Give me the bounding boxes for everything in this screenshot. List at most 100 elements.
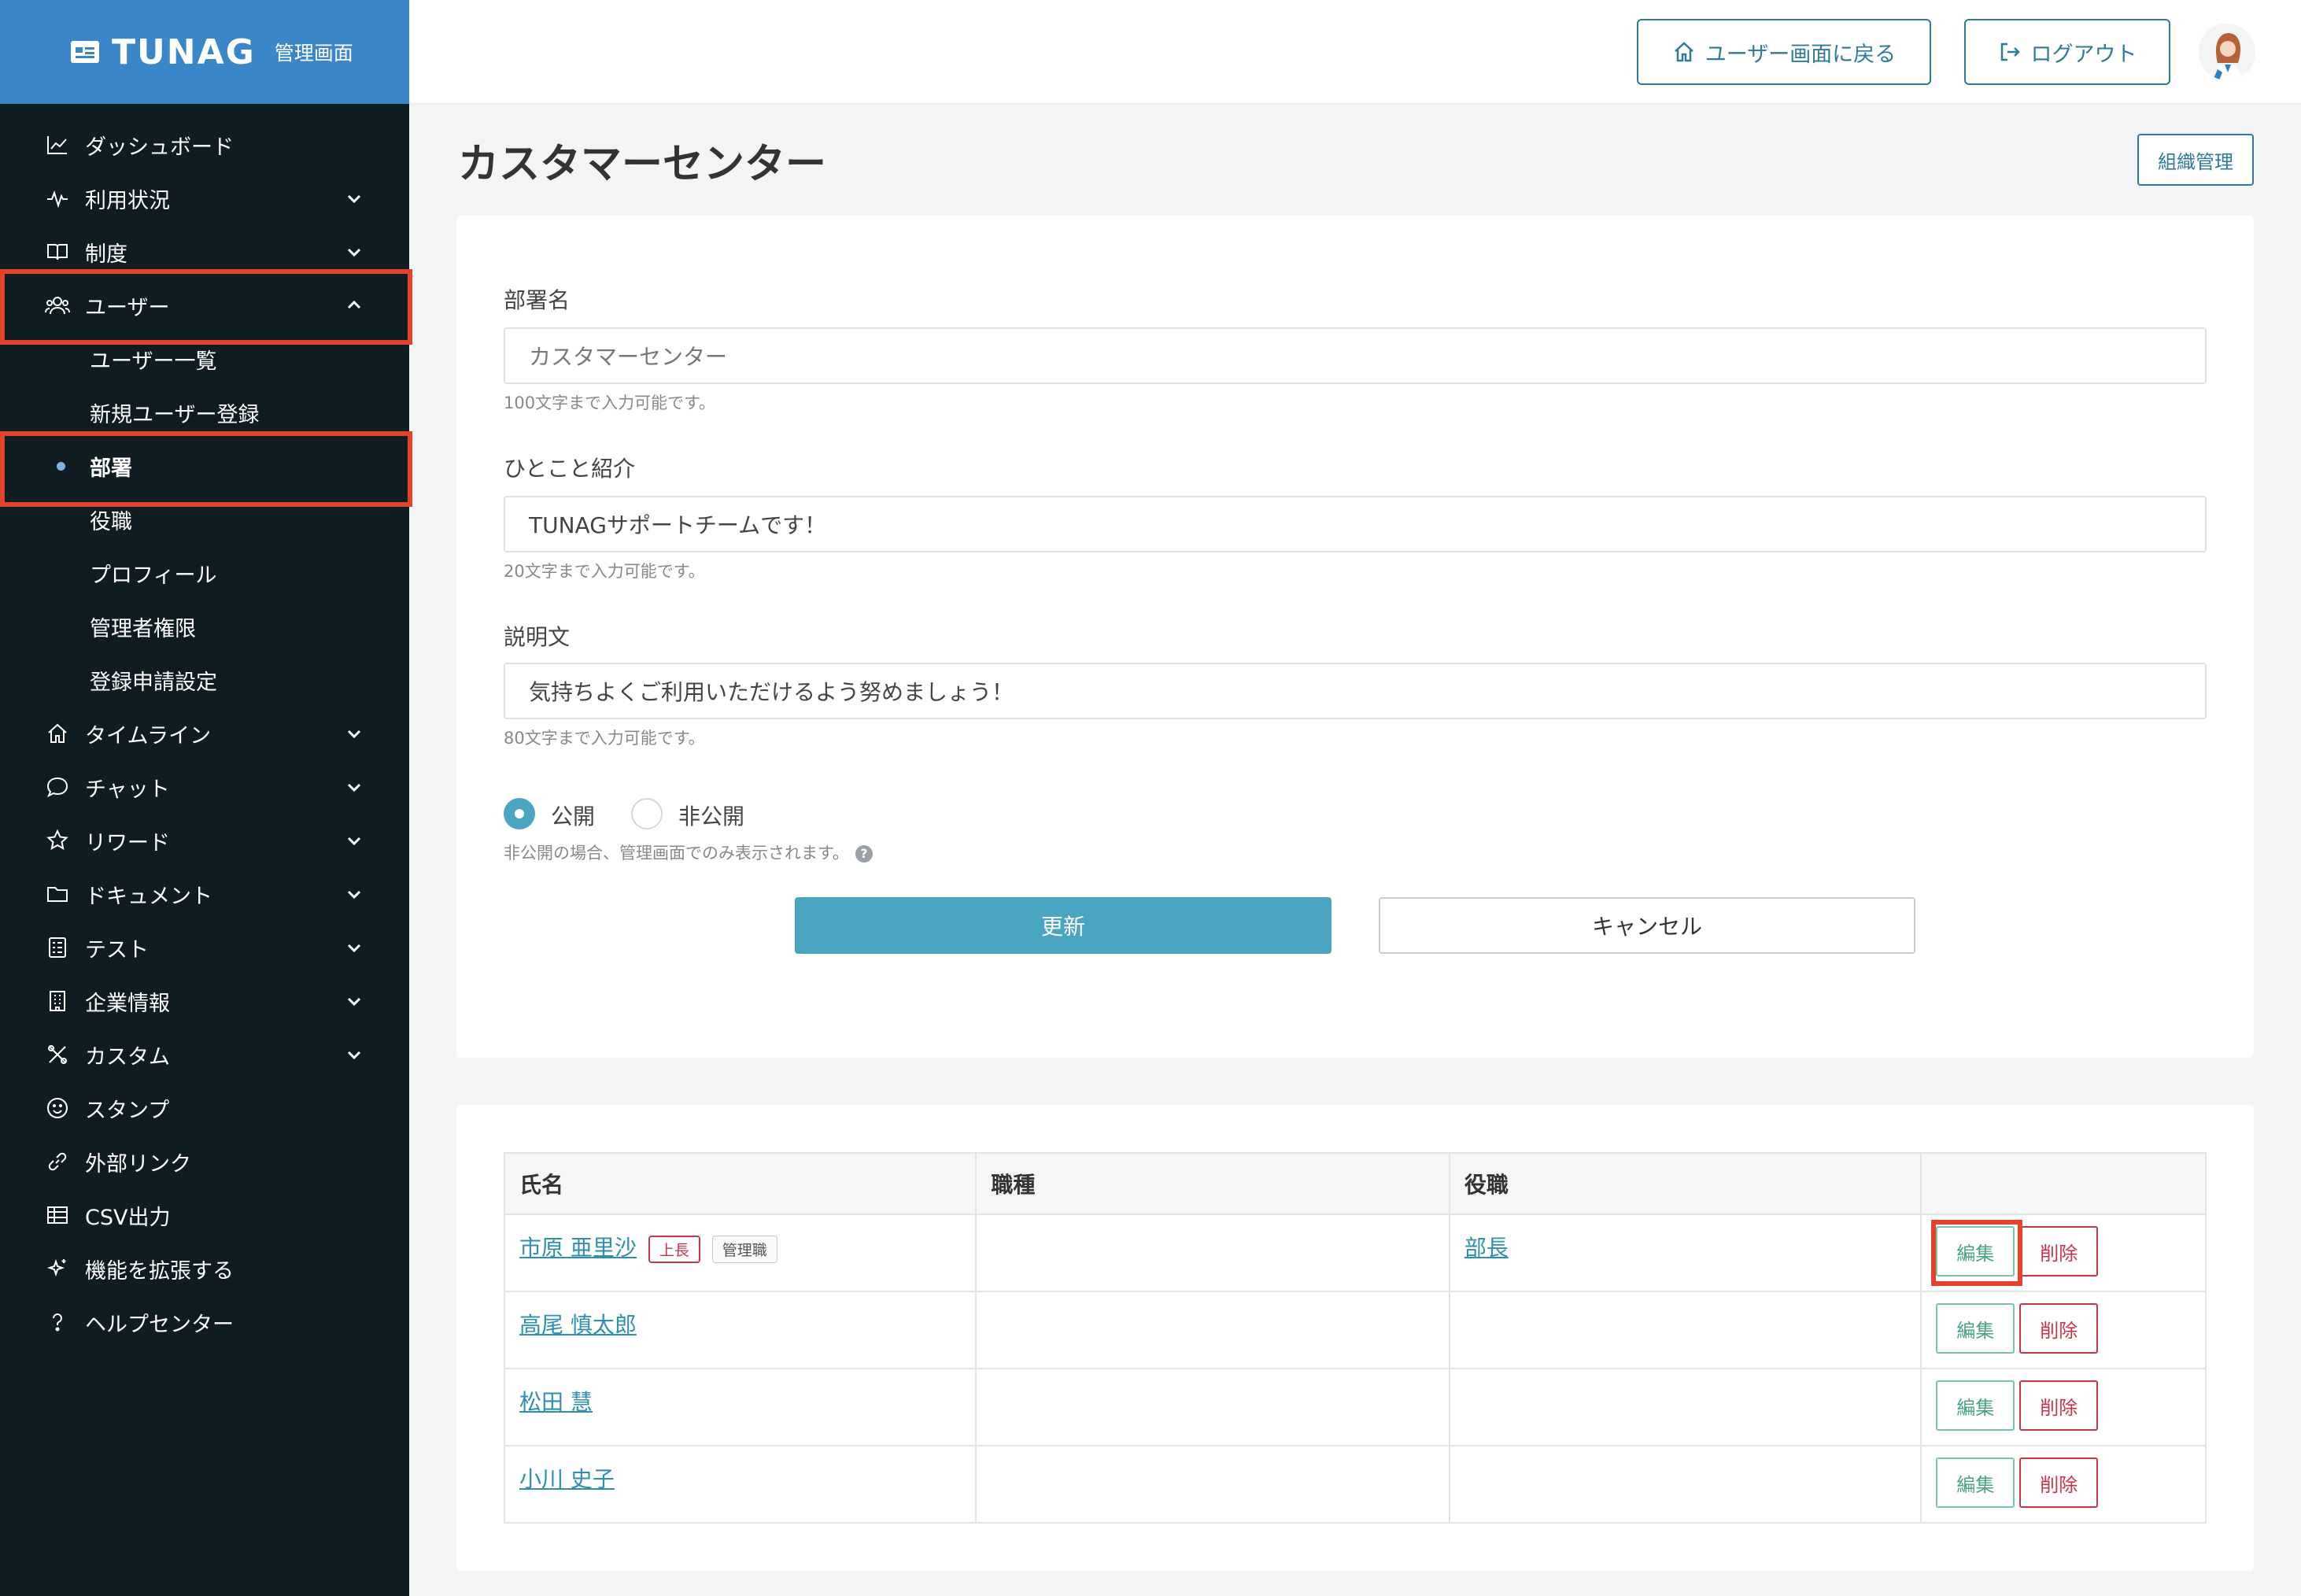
sparkle-icon (44, 1255, 71, 1282)
sidebar-subitem-profile[interactable]: プロフィール (0, 546, 409, 600)
sidebar-item-reward[interactable]: リワード (0, 814, 409, 867)
sidebar-item-label: 利用状況 (85, 188, 170, 213)
delete-button[interactable]: 削除 (2019, 1226, 2099, 1276)
cancel-button[interactable]: キャンセル (1379, 897, 1915, 954)
sidebar-item-system[interactable]: 制度 (0, 225, 409, 279)
delete-button[interactable]: 削除 (2019, 1380, 2099, 1431)
sidebar-item-label: 機能を拡張する (85, 1258, 234, 1284)
chevron-down-icon (347, 837, 361, 846)
sidebar-subitem-label: 部署 (90, 456, 132, 481)
chevron-down-icon (347, 944, 361, 953)
chart-line-icon (44, 131, 71, 158)
delete-button[interactable]: 削除 (2019, 1303, 2099, 1354)
sidebar-item-extend-features[interactable]: 機能を拡張する (0, 1242, 409, 1295)
job-cell (975, 1445, 1450, 1524)
sidebar-item-label: 外部リンク (85, 1151, 191, 1177)
sidebar-item-users[interactable]: ユーザー (0, 279, 409, 332)
sidebar-item-help-center[interactable]: ヘルプセンター (0, 1295, 409, 1349)
sidebar-item-label: スタンプ (85, 1098, 170, 1123)
table-row: 市原 亜里沙 上長 管理職 部長 編集 削除 (503, 1214, 2207, 1292)
edit-button[interactable]: 編集 (1936, 1380, 2015, 1431)
test-icon (44, 934, 71, 961)
member-name-link[interactable]: 高尾 慎太郎 (519, 1312, 637, 1338)
position-link[interactable]: 部長 (1464, 1235, 1509, 1261)
position-cell (1448, 1445, 1922, 1524)
home-icon (44, 720, 71, 747)
sidebar-item-label: ドキュメント (85, 884, 212, 909)
member-name-link[interactable]: 小川 史子 (519, 1466, 615, 1492)
sidebar-subitem-registration-settings[interactable]: 登録申請設定 (0, 653, 409, 707)
visibility-hint: 非公開の場合、管理画面でのみ表示されます。? (504, 840, 873, 864)
name-cell: 松田 慧 (503, 1368, 977, 1446)
tools-icon (44, 1041, 71, 1068)
sidebar-item-external-links[interactable]: 外部リンク (0, 1135, 409, 1188)
private-radio[interactable] (631, 798, 663, 829)
sidebar-item-timeline[interactable]: タイムライン (0, 707, 409, 760)
sidebar-item-label: テスト (85, 937, 149, 962)
update-button[interactable]: 更新 (795, 897, 1331, 954)
question-icon[interactable]: ? (855, 845, 873, 863)
intro-input[interactable]: TUNAGサポートチームです！ (504, 496, 2207, 552)
link-icon (44, 1148, 71, 1175)
sidebar-subitem-label: 新規ユーザー登録 (90, 402, 260, 427)
delete-button[interactable]: 削除 (2019, 1457, 2099, 1508)
col-header-actions (1920, 1152, 2207, 1215)
description-input[interactable]: 気持ちよくご利用いただけるよう努めましょう！ (504, 663, 2207, 719)
intro-hint: 20文字まで入力可能です。 (504, 562, 705, 581)
sidebar-subitem-departments[interactable]: 部署 (0, 439, 409, 493)
sidebar-item-custom[interactable]: カスタム (0, 1028, 409, 1081)
member-name-link[interactable]: 松田 慧 (519, 1389, 593, 1415)
sidebar-item-dashboard[interactable]: ダッシュボード (0, 118, 409, 172)
members-table: 氏名 職種 役職 市原 亜里沙 上長 管理職 部長 編集 削除 高尾 慎太郎 編… (503, 1152, 2207, 1524)
public-radio[interactable] (504, 798, 535, 829)
sidebar-subitem-label: ユーザー一覧 (90, 349, 217, 374)
sidebar-item-csv-export[interactable]: CSV出力 (0, 1188, 409, 1242)
smile-icon (44, 1095, 71, 1121)
back-to-user-screen-button[interactable]: ユーザー画面に戻る (1637, 19, 1931, 85)
sidebar-subitem-admin-permissions[interactable]: 管理者権限 (0, 600, 409, 653)
name-cell: 小川 史子 (503, 1445, 977, 1524)
avatar-illustration (2199, 24, 2255, 80)
brand-header[interactable]: TUNAG 管理画面 (0, 0, 409, 104)
sidebar-subitem-positions[interactable]: 役職 (0, 493, 409, 546)
sidebar-subitem-user-list[interactable]: ユーザー一覧 (0, 332, 409, 386)
chat-icon (44, 774, 71, 800)
user-avatar[interactable] (2199, 24, 2255, 80)
intro-label: ひとこと紹介 (504, 456, 636, 482)
public-radio-label[interactable]: 公開 (551, 800, 595, 831)
sidebar-item-test[interactable]: テスト (0, 921, 409, 974)
sidebar-item-company-info[interactable]: 企業情報 (0, 974, 409, 1028)
sidebar-item-chat[interactable]: チャット (0, 760, 409, 814)
chevron-down-icon (347, 890, 361, 900)
sidebar-item-label: カスタム (85, 1044, 170, 1070)
logout-button[interactable]: ログアウト (1964, 19, 2170, 85)
org-management-button[interactable]: 組織管理 (2137, 134, 2254, 186)
position-cell (1448, 1368, 1922, 1446)
edit-button[interactable]: 編集 (1936, 1457, 2015, 1508)
sidebar-item-label: ユーザー (85, 295, 170, 320)
sidebar-subitem-new-user[interactable]: 新規ユーザー登録 (0, 386, 409, 439)
building-icon (44, 988, 71, 1014)
sidebar: TUNAG 管理画面 ダッシュボード 利用状況 制度 ユーザー ユーザー一覧 新… (0, 0, 412, 1596)
name-cell: 市原 亜里沙 上長 管理職 (503, 1214, 977, 1292)
pulse-icon (44, 185, 71, 212)
sidebar-subitem-label: プロフィール (90, 563, 217, 588)
sidebar-item-label: 制度 (85, 242, 127, 267)
folder-icon (44, 881, 71, 907)
table-row: 松田 慧 編集 削除 (503, 1368, 2207, 1446)
edit-button[interactable]: 編集 (1936, 1226, 2015, 1276)
sidebar-item-label: CSV出力 (85, 1205, 171, 1230)
book-icon (44, 238, 71, 265)
job-cell (975, 1291, 1450, 1369)
description-hint: 80文字まで入力可能です。 (504, 729, 705, 748)
sidebar-item-documents[interactable]: ドキュメント (0, 867, 409, 921)
sidebar-item-stamp[interactable]: スタンプ (0, 1081, 409, 1135)
edit-button[interactable]: 編集 (1936, 1303, 2015, 1354)
chevron-down-icon (347, 783, 361, 792)
private-radio-label[interactable]: 非公開 (678, 800, 744, 831)
top-header: ユーザー画面に戻る ログアウト (409, 0, 2301, 104)
member-name-link[interactable]: 市原 亜里沙 (519, 1235, 637, 1261)
position-cell: 部長 (1448, 1214, 1922, 1292)
sidebar-item-usage[interactable]: 利用状況 (0, 172, 409, 225)
dept-name-input[interactable]: カスタマーセンター (504, 327, 2207, 384)
